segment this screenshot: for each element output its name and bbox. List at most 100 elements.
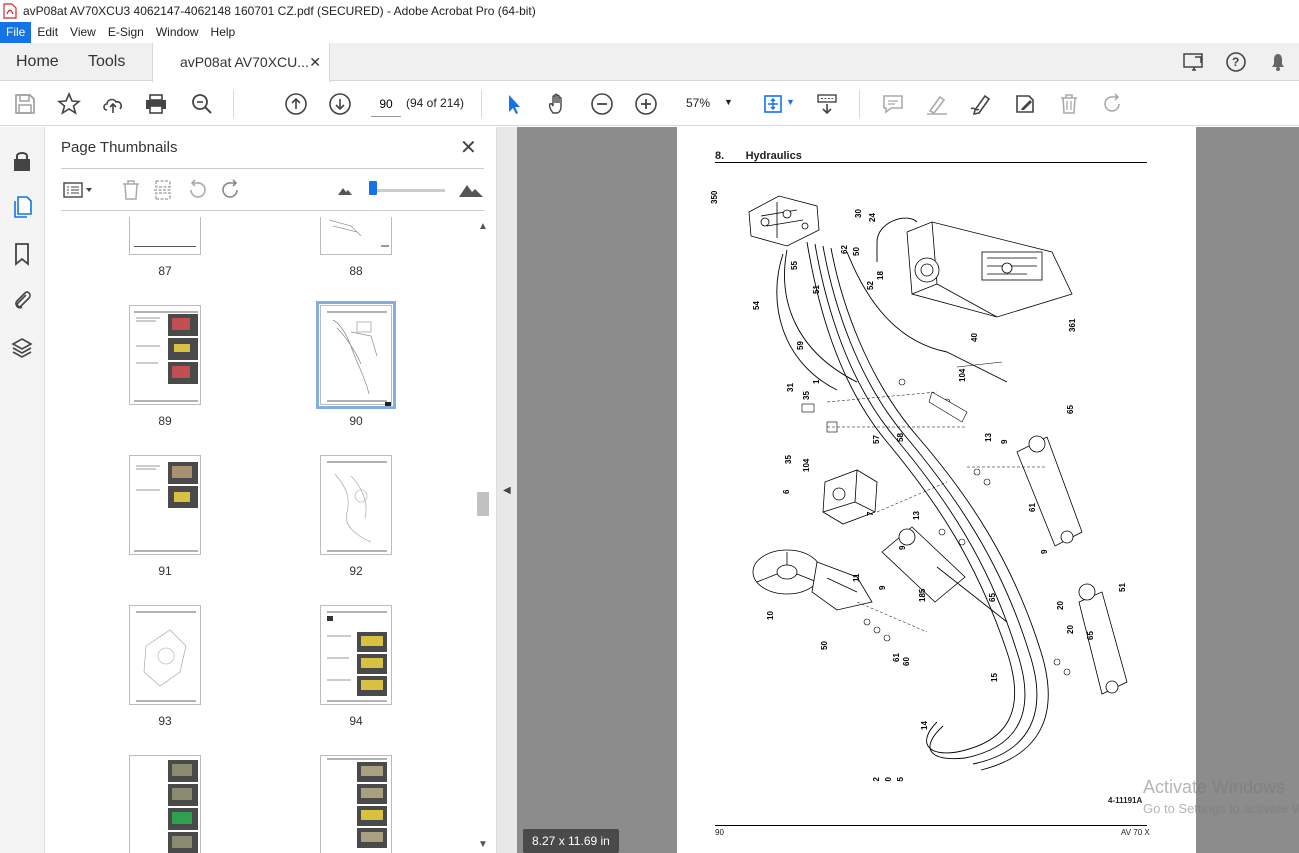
comment-icon[interactable] (880, 91, 906, 117)
thumbnail-page[interactable] (320, 755, 392, 853)
callout-label: 11 (852, 573, 861, 582)
thumbnail-page[interactable] (129, 755, 201, 853)
highlight-pen-icon[interactable] (924, 91, 950, 117)
delete-trash-icon[interactable] (1056, 91, 1082, 117)
title-bar: avP08at AV70XCU3 4062147-4062148 160701 … (0, 0, 1299, 22)
rotate-right-icon[interactable] (219, 179, 243, 201)
main-toolbar: (94 of 214) 57% ▼ ▼ (0, 82, 1299, 126)
chevron-down-icon[interactable]: ▼ (724, 97, 733, 107)
extract-page-icon[interactable] (151, 179, 175, 201)
page-number-input[interactable] (371, 91, 401, 117)
close-tab-icon[interactable]: ✕ (309, 43, 321, 81)
callout-label: 104 (802, 458, 811, 472)
scroll-down-icon[interactable]: ▼ (478, 839, 488, 850)
hydraulics-exploded-diagram: 350555462515030 24521859361401043531157 58… (710, 190, 1128, 782)
bookmark-star-icon[interactable] (56, 91, 82, 117)
layers-icon[interactable] (10, 336, 34, 360)
thumbnail-page[interactable] (129, 605, 201, 705)
save-icon[interactable] (12, 91, 38, 117)
scroll-up-icon[interactable]: ▲ (478, 221, 488, 232)
notifications-bell-icon[interactable] (1257, 52, 1299, 72)
section-heading: 8. Hydraulics (715, 150, 802, 162)
menu-window[interactable]: Window (150, 22, 205, 43)
redo-icon[interactable] (1100, 91, 1126, 117)
scrollbar-thumb[interactable] (477, 492, 489, 516)
callout-label: 31 (786, 383, 795, 392)
scroll-mode-icon[interactable] (814, 91, 840, 117)
upload-cloud-icon[interactable] (100, 91, 126, 117)
callout-label: 50 (852, 247, 861, 256)
thumbnail-page[interactable] (129, 455, 201, 555)
callout-label: 59 (796, 341, 805, 350)
thumbnail-page[interactable] (320, 455, 392, 555)
menu-help[interactable]: Help (205, 22, 242, 43)
next-page-icon[interactable] (327, 91, 353, 117)
options-menu-icon[interactable] (61, 179, 95, 201)
panel-collapse-strip[interactable]: ◀ (497, 127, 517, 853)
panel-title: Page Thumbnails (61, 139, 178, 156)
select-cursor-icon[interactable] (501, 91, 527, 117)
thumbnail-page[interactable] (129, 217, 201, 255)
page-size-badge: 8.27 x 11.69 in (523, 829, 619, 853)
fit-page-icon[interactable] (760, 91, 786, 117)
menu-edit[interactable]: Edit (31, 22, 64, 43)
menu-esign[interactable]: E-Sign (102, 22, 150, 43)
callout-label: 52 (866, 281, 875, 290)
small-thumbnail-icon[interactable] (333, 179, 357, 201)
activation-watermark-subtitle: Go to Settings to activate Windows. (1143, 801, 1299, 816)
share-screen-icon[interactable] (1173, 52, 1215, 72)
help-icon[interactable]: ? (1215, 51, 1257, 73)
delete-page-icon[interactable] (119, 179, 143, 201)
callout-label: 6 (782, 489, 791, 494)
callout-label: 58 (896, 433, 905, 442)
callout-label: 18 (876, 271, 885, 280)
close-panel-icon[interactable]: ✕ (460, 135, 477, 160)
thumbnail-list: 87 88 89 90 91 92 93 94 (61, 217, 475, 853)
page-thumbnails-icon[interactable] (10, 195, 34, 219)
callout-label: 9 (898, 545, 907, 550)
left-rail (0, 127, 45, 853)
zoom-search-icon[interactable] (189, 91, 215, 117)
callout-label: 50 (820, 641, 829, 650)
print-icon[interactable] (143, 91, 169, 117)
thumbnail-page[interactable] (129, 305, 201, 405)
draw-pen-icon[interactable] (968, 91, 994, 117)
thumbnail-scrollbar[interactable]: ▲ ▼ (475, 217, 492, 853)
callout-label: 51 (812, 285, 821, 294)
collapse-panel-icon[interactable]: ◀ (503, 485, 511, 496)
menu-file[interactable]: File (0, 22, 32, 43)
tab-tools[interactable]: Tools (88, 43, 125, 81)
callout-label: 185 (918, 588, 927, 602)
zoom-in-icon[interactable] (633, 91, 659, 117)
thumbnail-page[interactable] (320, 605, 392, 705)
tab-home[interactable]: Home (16, 43, 59, 81)
callout-label: 14 (920, 721, 929, 730)
callout-label: 65 (1086, 631, 1095, 640)
thumbnail-size-slider[interactable] (373, 189, 445, 192)
callout-label: 20 (1066, 625, 1075, 634)
large-thumbnail-icon[interactable] (457, 179, 485, 201)
valve-block (748, 195, 820, 247)
thumbnail-page-current[interactable] (316, 301, 396, 409)
attachments-paperclip-icon[interactable] (10, 288, 34, 312)
page-thumbnails-panel: Page Thumbnails ✕ 87 88 89 90 91 92 93 9… (45, 127, 497, 853)
thumbnail-label: 90 (349, 414, 363, 428)
chevron-down-icon[interactable]: ▼ (786, 97, 795, 107)
edit-form-icon[interactable] (1012, 91, 1038, 117)
slider-handle[interactable] (369, 181, 377, 195)
tab-document[interactable]: avP08at AV70XCU... ✕ (152, 43, 330, 82)
callout-label: 9 (1000, 439, 1009, 444)
thumbnail-page[interactable] (320, 217, 392, 255)
previous-page-icon[interactable] (283, 91, 309, 117)
lock-icon[interactable] (10, 149, 34, 173)
callout-label: 24 (868, 213, 877, 222)
callout-label: 35 (784, 455, 793, 464)
callout-label: 9 (1040, 549, 1049, 554)
hand-tool-icon[interactable] (545, 91, 571, 117)
menu-view[interactable]: View (64, 22, 102, 43)
zoom-level[interactable]: 57% (686, 96, 710, 110)
rotate-left-icon[interactable] (185, 179, 209, 201)
toolbar-divider (859, 90, 860, 118)
bookmarks-icon[interactable] (10, 242, 34, 266)
zoom-out-icon[interactable] (589, 91, 615, 117)
